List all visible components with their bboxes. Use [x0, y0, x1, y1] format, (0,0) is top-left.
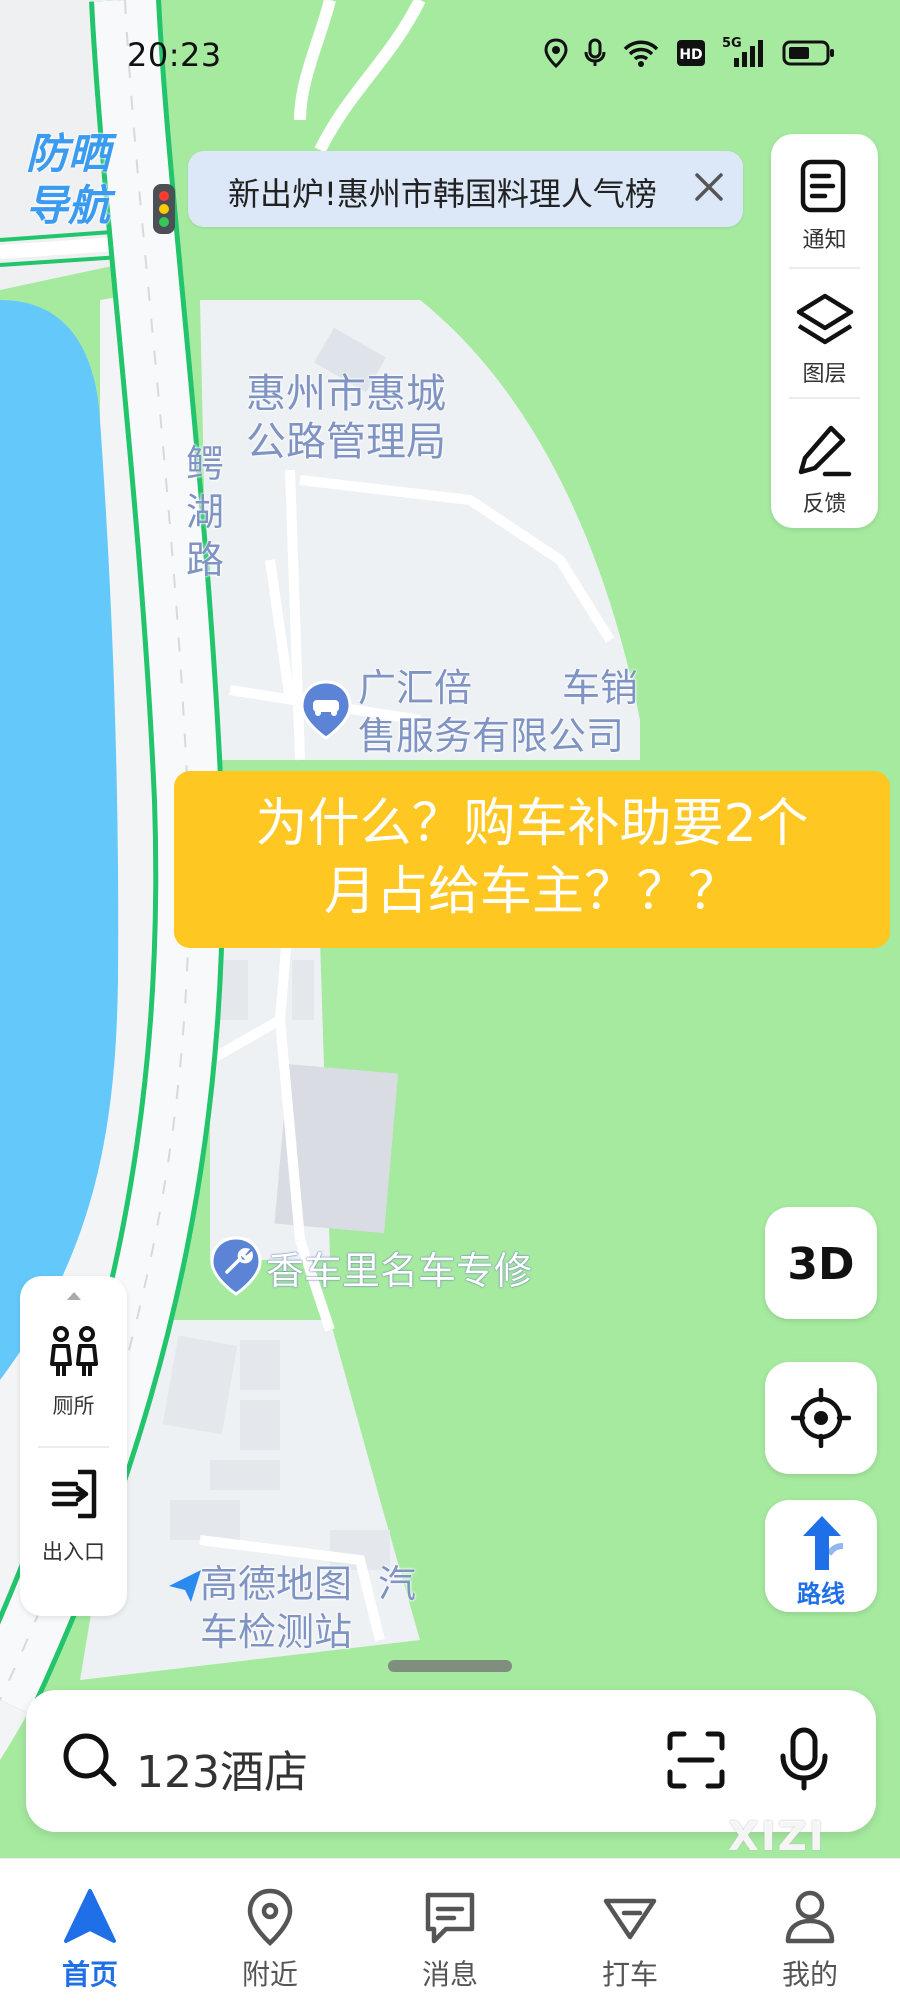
- car-pin-icon[interactable]: [300, 680, 352, 744]
- mic-status-icon: [584, 38, 606, 66]
- poi-repair[interactable]: 香车里名车专修: [266, 1240, 532, 1295]
- status-icons: HD 5G: [544, 36, 836, 68]
- voice-input-icon[interactable]: [778, 1726, 830, 1792]
- close-icon[interactable]: [687, 165, 731, 209]
- brand-line-2: 导航: [26, 181, 111, 230]
- locate-icon: [791, 1388, 851, 1448]
- route-arrow-icon: [803, 1516, 844, 1570]
- wifi-icon: [623, 40, 659, 67]
- location-status-icon: [544, 38, 568, 68]
- user-icon: [785, 1890, 835, 1944]
- pencil-icon: [798, 425, 852, 477]
- watermark: XIZI: [728, 1814, 826, 1860]
- tab-home[interactable]: 首页: [0, 1859, 180, 2001]
- layers-label: 图层: [802, 362, 847, 387]
- scan-icon[interactable]: [666, 1730, 726, 1790]
- notice-label: 通知: [802, 228, 847, 253]
- message-icon: [425, 1892, 475, 1944]
- signal-icon: 5G: [722, 36, 766, 68]
- route-label: 路线: [797, 1580, 845, 1608]
- search-icon: [63, 1733, 117, 1787]
- layers-button[interactable]: 图层: [771, 268, 878, 396]
- poi-dealer[interactable]: 广汇倍 车销 售服务有限公司: [358, 664, 638, 760]
- locate-button[interactable]: [765, 1362, 877, 1474]
- facility-panel: 厕所 出入口: [20, 1276, 127, 1616]
- status-bar: 20:23 HD 5G: [0, 0, 900, 110]
- 3d-label: 3D: [787, 1239, 855, 1290]
- wrench-pin-icon[interactable]: [210, 1236, 262, 1300]
- poi-bureau[interactable]: 惠州市惠城 公路管理局: [246, 370, 446, 466]
- caption-line-2: 月占给车主？？？: [323, 862, 740, 922]
- brand-line-1: 防晒: [26, 129, 111, 178]
- location-pin-icon: [247, 1888, 293, 1947]
- notice-button[interactable]: 通知: [771, 134, 878, 262]
- tab-nearby[interactable]: 附近: [180, 1859, 360, 2001]
- feedback-label: 反馈: [802, 492, 847, 517]
- toilet-icon: [50, 1326, 98, 1376]
- caption-line-1: 为什么？购车补助要2个: [255, 794, 809, 854]
- feedback-button[interactable]: 反馈: [771, 398, 878, 526]
- tab-taxi[interactable]: 打车: [540, 1859, 720, 2001]
- svg-text:HD: HD: [679, 47, 702, 63]
- banner-text: 新出炉!惠州市韩国料理人气榜: [228, 175, 657, 213]
- tab-nearby-label: 附近: [241, 1958, 298, 1991]
- collapse-up-icon[interactable]: [65, 1290, 83, 1302]
- map-tools-panel: 通知 图层 反馈: [771, 134, 878, 528]
- hd-icon: HD: [677, 40, 705, 66]
- taxi-icon: [603, 1898, 657, 1940]
- layers-icon: [796, 293, 854, 345]
- route-button[interactable]: 路线: [765, 1500, 877, 1612]
- bottom-tab-bar: 首页 附近 消息 打车 我的: [0, 1858, 900, 2001]
- home-navigation-icon: [64, 1889, 116, 1943]
- road-name-label: 鳄 湖 路: [186, 442, 225, 582]
- entrance-label: 出入口: [42, 1540, 105, 1564]
- poi-inspection[interactable]: 高德地图汽 车检测站: [200, 1560, 416, 1656]
- toilet-button[interactable]: 厕所: [20, 1324, 127, 1454]
- notice-icon: [800, 159, 846, 213]
- tab-messages[interactable]: 消息: [360, 1859, 540, 2001]
- toilet-label: 厕所: [52, 1394, 95, 1418]
- search-bar[interactable]: 123酒店: [26, 1690, 876, 1832]
- battery-icon: [782, 40, 834, 66]
- tab-home-label: 首页: [61, 1958, 118, 1991]
- brand-logo[interactable]: 防晒 导航: [26, 128, 136, 232]
- entrance-icon: [51, 1469, 97, 1519]
- entrance-button[interactable]: 出入口: [20, 1466, 127, 1596]
- promo-banner[interactable]: 新出炉!惠州市韩国料理人气榜: [188, 151, 743, 227]
- navigation-arrow-icon: [165, 1566, 205, 1610]
- 3d-button[interactable]: 3D: [765, 1207, 877, 1319]
- drag-handle[interactable]: [388, 1660, 512, 1672]
- tab-taxi-label: 打车: [601, 1958, 658, 1991]
- tab-messages-label: 消息: [421, 1958, 478, 1991]
- status-time: 20:23: [127, 36, 222, 74]
- search-input[interactable]: 123酒店: [136, 1736, 308, 1800]
- tab-profile-label: 我的: [781, 1958, 838, 1991]
- caption-overlay: 为什么？购车补助要2个 月占给车主？？？: [174, 771, 890, 948]
- divider: [38, 1446, 109, 1448]
- tab-profile[interactable]: 我的: [720, 1859, 900, 2001]
